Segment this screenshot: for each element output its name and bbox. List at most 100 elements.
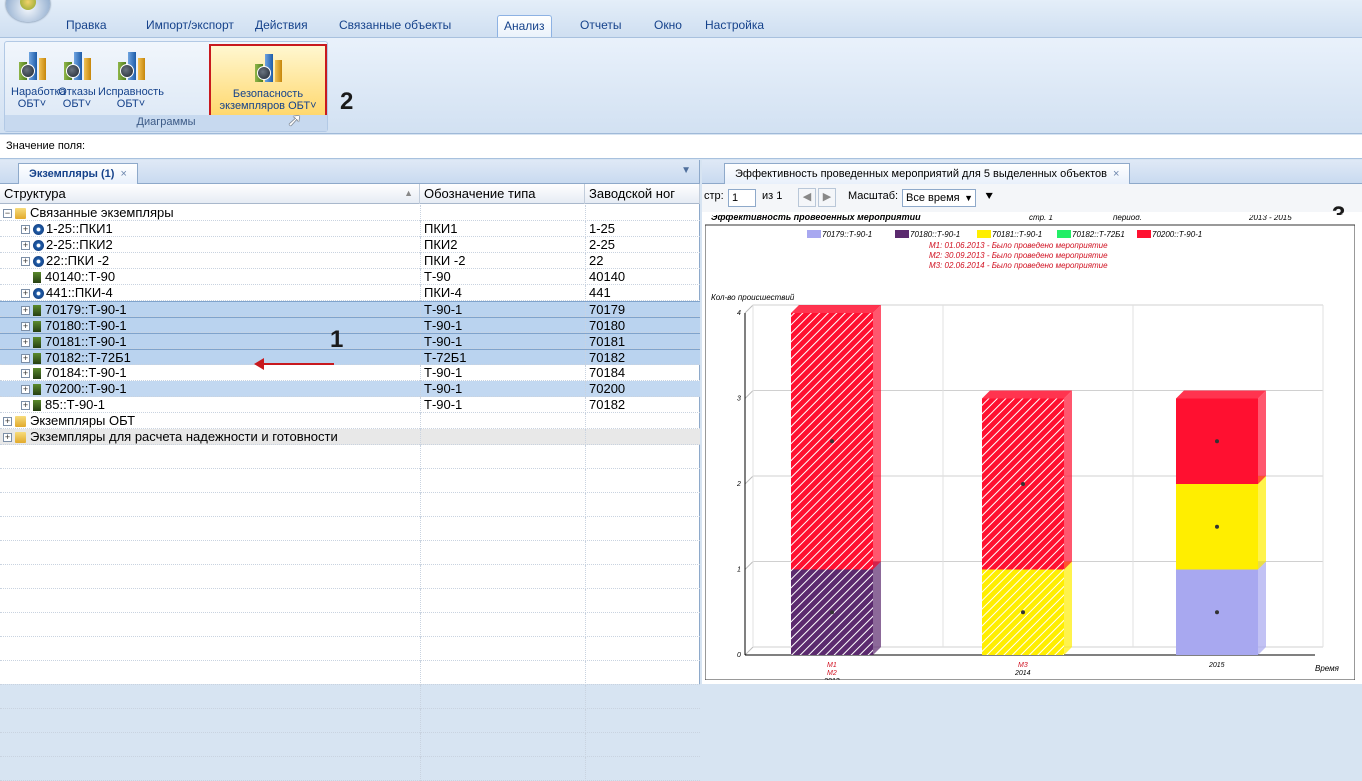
application-menu-button[interactable] (6, 0, 50, 22)
ribbon-tab-7[interactable]: Окно (648, 15, 688, 37)
runtime-obt-button[interactable]: Наработка ОБТ˅ (11, 48, 66, 110)
legend-label-5: 70200::Т-90-1 (1152, 230, 1202, 239)
table-row[interactable]: +85::Т-90-1 Т-90-1 70182 (0, 397, 700, 413)
cell-type: ПКИ2 (420, 237, 585, 253)
column-header-type[interactable]: Обозначение типа (420, 184, 585, 204)
tab-label: Экземпляры (1) (29, 168, 115, 180)
expand-icon[interactable]: + (21, 401, 30, 411)
table-row[interactable]: +70182::Т-72Б1 Т-72Б1 70182 (0, 349, 700, 366)
ribbon-tab-8[interactable]: Настройка (699, 15, 770, 37)
column-header-structure[interactable]: Структура ▲ (0, 184, 420, 204)
ribbon-tab-5[interactable]: Анализ (497, 15, 552, 37)
expand-icon[interactable]: + (21, 225, 30, 235)
expand-icon[interactable]: + (21, 322, 30, 332)
folder-icon (15, 416, 26, 428)
ribbon-tab-6[interactable]: Отчеты (574, 15, 627, 37)
event-label-M2: M2 (827, 670, 837, 677)
collapse-icon[interactable]: − (3, 209, 12, 219)
table-row[interactable]: +441::ПКИ-4 ПКИ-4 441 (0, 285, 700, 301)
table-row[interactable]: +70184::Т-90-1 Т-90-1 70184 (0, 365, 700, 381)
folder-icon (15, 208, 26, 220)
table-row[interactable]: +2-25::ПКИ2 ПКИ2 2-25 (0, 237, 700, 253)
report-period-value: 2013 - 2015 (1248, 215, 1292, 222)
x-tick-2013: 2013 (823, 678, 840, 680)
table-row[interactable]: 40140::Т-90 Т-90 40140 (0, 269, 700, 285)
page-input[interactable]: 1 (728, 189, 756, 207)
expand-icon[interactable]: + (3, 417, 12, 427)
grid-header: Структура ▲ Обозначение типа Заводской но… (0, 184, 700, 204)
row-name: Связанные экземпляры (30, 205, 174, 220)
table-row[interactable]: + Экземпляры для расчета надежности и гот… (0, 429, 700, 445)
expand-icon[interactable]: + (21, 354, 30, 364)
cell-type: Т-90-1 (420, 365, 585, 381)
row-name: 40140::Т-90 (45, 269, 116, 284)
failures-obt-button[interactable]: Отказы ОБТ˅ (57, 48, 97, 110)
row-name: 441::ПКИ-4 (46, 285, 113, 300)
expand-icon[interactable]: + (21, 385, 30, 395)
ribbon-tab-4[interactable]: Связанные объекты (333, 15, 457, 37)
serviceability-obt-button[interactable]: Исправность ОБТ˅ (95, 48, 167, 110)
cell-type (420, 205, 585, 221)
cell-serial: 2-25 (585, 237, 700, 253)
x-tick-2015: 2015 (1208, 662, 1225, 669)
table-row[interactable]: + Экземпляры ОБТ (0, 413, 700, 429)
expand-icon[interactable]: + (21, 241, 30, 251)
export-menu-icon[interactable]: ⯆ (984, 188, 994, 207)
ribbon-panel: Наработка ОБТ˅ Отказы ОБТ˅ Исправность О… (0, 38, 1362, 134)
prev-page-icon[interactable]: ◀ (798, 188, 816, 207)
bar-marker-2013-5 (830, 439, 834, 444)
table-row[interactable]: +22::ПКИ -2 ПКИ -2 22 (0, 253, 700, 269)
equipment-icon (33, 384, 41, 396)
ribbon-tab-2[interactable]: Импорт/экспорт (140, 15, 240, 37)
scale-select[interactable]: Все время ▼ (902, 189, 976, 207)
tab-effectiveness-report[interactable]: Эффективность проведенных мероприятий дл… (724, 163, 1131, 184)
close-icon[interactable]: × (120, 168, 126, 180)
bar-side-2013-2 (873, 561, 881, 655)
button-dropdown[interactable]: ОБТ˅ (95, 98, 167, 110)
table-row[interactable]: +70181::Т-90-1 Т-90-1 70181 (0, 333, 700, 350)
button-dropdown[interactable]: экземпляров ОБТ˅ (211, 100, 325, 112)
table-row[interactable]: +70200::Т-90-1 Т-90-1 70200 (0, 381, 700, 397)
expand-icon[interactable]: + (21, 306, 30, 316)
page-label: стр: (704, 190, 724, 202)
instances-pane: Экземпляры (1) × ▼ Структура ▲ Обозначение… (0, 160, 700, 781)
next-page-icon[interactable]: ▶ (818, 188, 836, 207)
y-tick-2: 2 (736, 481, 741, 488)
expand-icon[interactable]: + (21, 289, 30, 299)
empty-row (0, 685, 700, 709)
ribbon-tab-1[interactable]: Правка (60, 15, 113, 37)
table-row[interactable]: +70179::Т-90-1 Т-90-1 70179 (0, 301, 700, 318)
component-gear-icon (33, 256, 44, 268)
instances-tab-bar: Экземпляры (1) × ▼ (0, 160, 699, 184)
x-axis-label: Время (1315, 664, 1340, 673)
close-icon[interactable]: × (1113, 168, 1119, 180)
cell-structure: +70182::Т-72Б1 (0, 350, 420, 366)
y-tick-1: 1 (737, 567, 741, 574)
tab-instances[interactable]: Экземпляры (1) × (18, 163, 138, 184)
equipment-icon (33, 321, 41, 333)
y-tick-4: 4 (737, 310, 741, 317)
sort-up-icon: ▲ (404, 188, 413, 198)
expand-icon[interactable]: + (21, 369, 30, 379)
chevron-down-icon[interactable]: ▼ (681, 165, 691, 176)
report-period-label: период. (1113, 215, 1142, 222)
table-row[interactable]: +70180::Т-90-1 Т-90-1 70180 (0, 317, 700, 334)
button-dropdown[interactable]: ОБТ˅ (11, 98, 53, 110)
report-pane: Эффективность проведенных мероприятий дл… (702, 160, 1362, 685)
grid-rows: − Связанные экземпляры +1-25::ПКИ1 ПКИ1 1-25… (0, 205, 700, 781)
column-header-serial[interactable]: Заводской ног (585, 184, 700, 204)
bar-top-2014-5 (982, 390, 1072, 399)
table-row[interactable]: − Связанные экземпляры (0, 205, 700, 221)
ribbon-tab-3[interactable]: Действия (249, 15, 314, 37)
expand-icon[interactable]: + (3, 433, 12, 443)
tree-line-icon (21, 273, 30, 282)
button-dropdown[interactable]: ОБТ˅ (57, 98, 97, 110)
expand-icon[interactable]: + (21, 257, 30, 267)
table-row[interactable]: +1-25::ПКИ1 ПКИ1 1-25 (0, 221, 700, 237)
button-label: Исправность (98, 86, 164, 98)
equipment-icon (33, 337, 41, 349)
safety-instances-obt-button[interactable]: Безопасность экземпляров ОБТ˅ (209, 44, 327, 117)
cell-serial: 70181 (585, 334, 700, 350)
expand-icon[interactable]: + (21, 338, 30, 348)
legend-swatch-2 (895, 230, 909, 238)
